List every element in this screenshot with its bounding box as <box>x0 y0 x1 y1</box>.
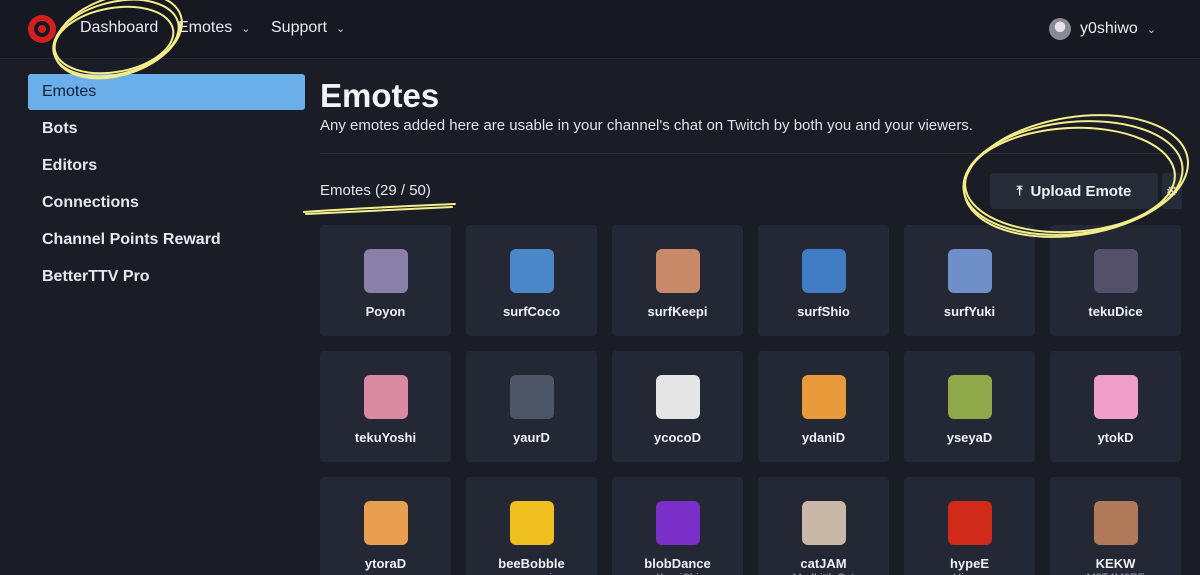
bttv-logo-icon[interactable] <box>28 15 56 43</box>
emote-card[interactable]: surfCoco <box>466 225 597 336</box>
emote-card[interactable]: tekuDice <box>1050 225 1181 336</box>
nav-dashboard-label: Dashboard <box>80 19 159 36</box>
gear-icon: ⚙ <box>1165 182 1179 199</box>
emote-card[interactable]: beeBobbleopossum_ina <box>466 477 597 575</box>
emote-name: hypeE <box>949 556 989 571</box>
nav-support-label: Support <box>271 19 328 36</box>
chevron-down-icon: ⌄ <box>336 22 346 35</box>
page-title: Emotes <box>320 77 440 114</box>
chevron-down-icon: ⌄ <box>241 22 251 35</box>
emote-name: ydaniD <box>801 430 846 445</box>
emote-image <box>655 249 700 293</box>
emote-card[interactable]: KEKWM3T4M0RF <box>1050 477 1181 575</box>
emote-name: yseyaD <box>946 430 993 445</box>
emote-card[interactable]: surfKeepi <box>612 225 743 336</box>
emote-name: catJAM <box>800 556 847 571</box>
emote-image <box>655 375 700 419</box>
emote-name: KEKW <box>1095 556 1136 571</box>
emote-image <box>1093 375 1138 419</box>
main-content: Emotes Any emotes added here are usable … <box>320 76 1182 224</box>
emote-name: ycocoD <box>654 430 701 445</box>
nav-emotes-label: Emotes <box>178 19 233 36</box>
emote-card[interactable]: ytokD <box>1050 351 1181 462</box>
emote-image <box>363 501 408 545</box>
emote-name: surfShio <box>797 304 850 319</box>
emote-name: Poyon <box>365 304 406 319</box>
sidebar-item-betterttv-pro[interactable]: BetterTTV Pro <box>28 259 305 295</box>
emote-name: ytoraD <box>364 556 407 571</box>
emote-card[interactable]: ytoraD <box>320 477 451 575</box>
emote-image <box>947 249 992 293</box>
emote-image <box>801 375 846 419</box>
emote-card[interactable]: yseyaD <box>904 351 1035 462</box>
emote-image <box>801 501 846 545</box>
upload-icon: ⤒ <box>1016 183 1023 198</box>
emote-name: tekuDice <box>1088 304 1143 319</box>
emote-image <box>801 249 846 293</box>
emote-image <box>947 375 992 419</box>
emote-image <box>655 501 700 545</box>
emote-card[interactable]: hypeEHirona <box>904 477 1035 575</box>
emote-card[interactable]: catJAMMadLittleCat <box>758 477 889 575</box>
emote-name: tekuYoshi <box>354 430 417 445</box>
emote-name: blobDance <box>644 556 711 571</box>
emote-name: surfKeepi <box>647 304 708 319</box>
emote-card[interactable]: ycocoD <box>612 351 743 462</box>
emote-name: surfCoco <box>502 304 561 319</box>
emote-image <box>947 501 992 545</box>
emote-image <box>363 249 408 293</box>
emote-card[interactable]: tekuYoshi <box>320 351 451 462</box>
emote-image <box>509 249 554 293</box>
emote-name: surfYuki <box>943 304 996 319</box>
emote-name: yaurD <box>513 430 550 445</box>
emote-count-label: Emotes (29 / 50) <box>320 182 431 199</box>
nav-support[interactable]: Support ⌄ <box>271 19 345 37</box>
sidebar-item-bots[interactable]: Bots <box>28 111 305 147</box>
emote-card[interactable]: Poyon <box>320 225 451 336</box>
sidebar-item-channel-points-reward[interactable]: Channel Points Reward <box>28 222 305 258</box>
emote-card[interactable]: surfShio <box>758 225 889 336</box>
upload-emote-button[interactable]: ⤒ Upload Emote <box>990 173 1158 209</box>
upload-emote-label: Upload Emote <box>1030 182 1132 200</box>
avatar <box>1048 18 1071 40</box>
chevron-down-icon: ⌄ <box>1146 23 1156 36</box>
username: y0shiwo <box>1079 20 1138 37</box>
emote-image <box>509 501 554 545</box>
emote-image <box>1093 501 1138 545</box>
nav-emotes[interactable]: Emotes ⌄ <box>178 19 250 37</box>
top-navbar: Dashboard Emotes ⌄ Support ⌄ y0shiwo ⌄ <box>0 0 1200 59</box>
emote-card[interactable]: ydaniD <box>758 351 889 462</box>
sidebar-item-connections[interactable]: Connections <box>28 185 305 221</box>
emote-name: ytokD <box>1097 430 1134 445</box>
emote-image <box>1093 249 1138 293</box>
page-description: Any emotes added here are usable in your… <box>320 117 973 134</box>
nav-dashboard[interactable]: Dashboard <box>80 19 158 37</box>
emotes-header: Emotes (29 / 50) ⤒ Upload Emote ⚙ <box>320 154 1182 224</box>
user-menu[interactable]: y0shiwo ⌄ <box>1048 18 1156 40</box>
emote-card[interactable]: surfYuki <box>904 225 1035 336</box>
emote-card[interactable]: blobDanceKoariChi <box>612 477 743 575</box>
sidebar-item-emotes[interactable]: Emotes <box>28 74 305 110</box>
emote-settings-button[interactable]: ⚙ <box>1162 173 1182 209</box>
sidebar-item-editors[interactable]: Editors <box>28 148 305 184</box>
emote-name: beeBobble <box>498 556 565 571</box>
emote-card[interactable]: yaurD <box>466 351 597 462</box>
emote-image <box>363 375 408 419</box>
sidebar: Emotes Bots Editors Connections Channel … <box>28 74 305 296</box>
emote-image <box>509 375 554 419</box>
